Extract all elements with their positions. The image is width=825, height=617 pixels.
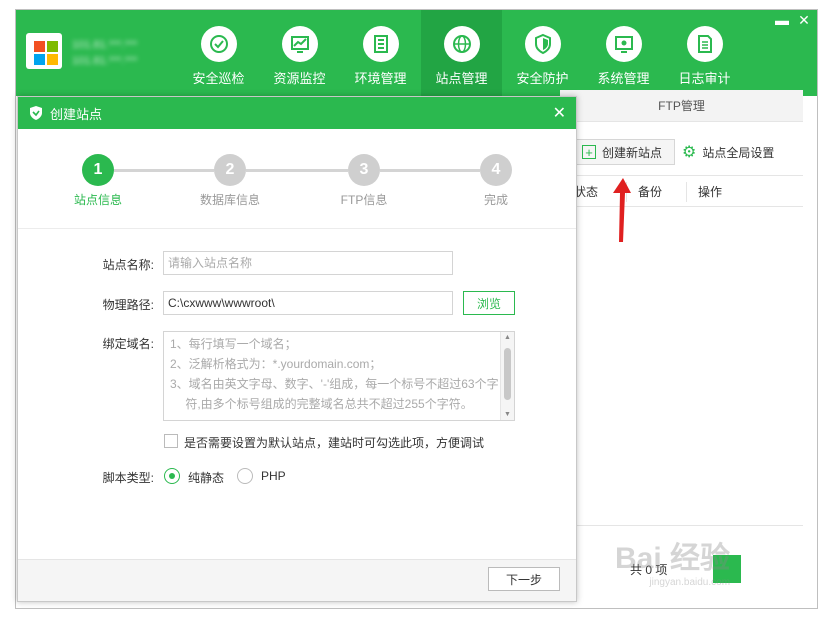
column-backup: 备份	[638, 184, 663, 199]
nav-label: 环境管理	[354, 71, 407, 86]
dialog-titlebar: 创建站点 ✕	[18, 97, 576, 129]
site-name-label: 站点名称:	[102, 258, 154, 272]
site-shield-icon	[30, 106, 42, 120]
dialog-close-button[interactable]: ✕	[553, 103, 566, 123]
default-site-label: 是否需要设置为默认站点，建站时可勾选此项，方便调试	[184, 436, 485, 450]
plus-icon: +	[582, 145, 596, 159]
app-header: 101.81.***.*** 101.81.***.*** ▬ ✕ 安全巡检 资…	[16, 10, 817, 96]
column-actions: 操作	[698, 184, 723, 199]
global-settings-label: 站点全局设置	[702, 145, 775, 160]
step-4-circle: 4	[480, 154, 512, 186]
tab-ftp-management[interactable]: FTP管理	[560, 90, 803, 122]
create-site-dialog: 创建站点 ✕ 1 2 3 4 站点信息 数据库信息 FTP信息 完成 站点名称:…	[17, 96, 577, 602]
script-static-radio[interactable]	[164, 468, 180, 484]
nav-label: 日志审计	[678, 71, 731, 86]
server-rack-icon	[362, 26, 399, 62]
window-controls: ▬ ✕	[775, 12, 811, 29]
document-icon	[686, 26, 723, 62]
step-connector	[380, 169, 480, 172]
domain-textarea[interactable]: 1、每行填写一个域名； 2、泛解析格式为：*.yourdomain.com； 3…	[163, 331, 515, 421]
main-nav: 安全巡检 资源监控 环境管理 站点管理 安全防护 系统管理 日志审计	[178, 10, 745, 96]
shield-scan-icon	[200, 26, 237, 62]
domain-hint-line: 3、域名由英文字母、数字、'-'组成，每一个标号不超过63个字	[170, 377, 499, 391]
server-info: 101.81.***.*** 101.81.***.***	[72, 37, 137, 69]
column-status: 状态	[574, 184, 599, 199]
nav-item-security-inspection[interactable]: 安全巡检	[178, 10, 259, 96]
nav-item-log-audit[interactable]: 日志审计	[664, 10, 745, 96]
nav-label: 系统管理	[597, 71, 650, 86]
column-divider	[686, 182, 687, 202]
watermark-subtext: jingyan.baidu.com	[649, 577, 731, 588]
script-type-label: 脚本类型:	[102, 471, 154, 485]
step-3-circle: 3	[348, 154, 380, 186]
red-arrow-annotation	[613, 178, 631, 242]
scroll-thumb[interactable]	[504, 348, 511, 400]
step-1-label: 站点信息	[73, 193, 122, 207]
scroll-down-icon[interactable]: ▼	[504, 411, 511, 418]
wizard-steps: 1 2 3 4 站点信息 数据库信息 FTP信息 完成	[18, 129, 576, 229]
nav-item-resource-monitor[interactable]: 资源监控	[259, 10, 340, 96]
default-site-checkbox[interactable]	[164, 434, 178, 448]
window-close-button[interactable]: ✕	[797, 12, 811, 29]
step-connector	[246, 169, 348, 172]
dialog-footer: 下一步	[18, 559, 576, 601]
scroll-up-icon[interactable]: ▲	[504, 334, 511, 341]
path-label: 物理路径:	[102, 298, 154, 312]
minimize-button[interactable]: ▬	[775, 12, 789, 29]
windows-logo-icon	[26, 33, 62, 69]
create-site-button[interactable]: + 创建新站点	[575, 139, 675, 165]
nav-label: 安全巡检	[192, 71, 245, 86]
nav-item-security-protection[interactable]: 安全防护	[502, 10, 583, 96]
nav-label: 安全防护	[516, 71, 569, 86]
gear-icon: ⚙	[682, 144, 697, 161]
server-info-line2: 101.81.***.***	[72, 55, 138, 67]
script-php-label: PHP	[261, 469, 286, 483]
nav-item-environment[interactable]: 环境管理	[340, 10, 421, 96]
script-static-label: 纯静态	[188, 471, 225, 485]
domain-hint-line: 符,由多个标号组成的完整域名总共不超过255个字符。	[170, 397, 473, 411]
nav-item-site-management[interactable]: 站点管理	[421, 10, 502, 96]
watermark-text: Bai 经验	[615, 542, 731, 575]
step-4-label: 完成	[483, 193, 508, 207]
server-info-line1: 101.81.***.***	[72, 39, 138, 51]
baidu-watermark: Bai 经验 jingyan.baidu.com	[615, 533, 730, 588]
script-php-radio[interactable]	[237, 468, 253, 484]
step-2-label: 数据库信息	[199, 193, 260, 207]
create-site-label: 创建新站点	[602, 145, 663, 160]
step-2-circle: 2	[214, 154, 246, 186]
domain-hint-line: 1、每行填写一个域名；	[170, 337, 297, 351]
step-1-circle: 1	[82, 154, 114, 186]
domain-hint-line: 2、泛解析格式为：*.yourdomain.com；	[170, 357, 382, 371]
nav-item-system-management[interactable]: 系统管理	[583, 10, 664, 96]
settings-screen-icon	[605, 26, 642, 62]
next-step-button[interactable]: 下一步	[488, 567, 560, 591]
step-3-label: FTP信息	[340, 193, 388, 207]
browse-button[interactable]: 浏览	[463, 291, 515, 315]
site-table-header: 状态 备份 操作	[560, 175, 803, 207]
nav-label: 资源监控	[273, 71, 326, 86]
dialog-title: 创建站点	[50, 106, 103, 122]
panel-footer-divider	[560, 525, 803, 526]
domain-scrollbar[interactable]: ▲ ▼	[500, 332, 514, 420]
step-connector	[114, 169, 214, 172]
domain-label: 绑定域名:	[102, 337, 154, 351]
site-name-input[interactable]	[163, 251, 453, 275]
global-settings-button[interactable]: ⚙ 站点全局设置	[682, 142, 774, 162]
path-input[interactable]	[163, 291, 453, 315]
nav-label: 站点管理	[435, 71, 488, 86]
monitor-chart-icon	[281, 26, 318, 62]
shield-icon	[524, 26, 561, 62]
globe-icon	[443, 26, 480, 62]
